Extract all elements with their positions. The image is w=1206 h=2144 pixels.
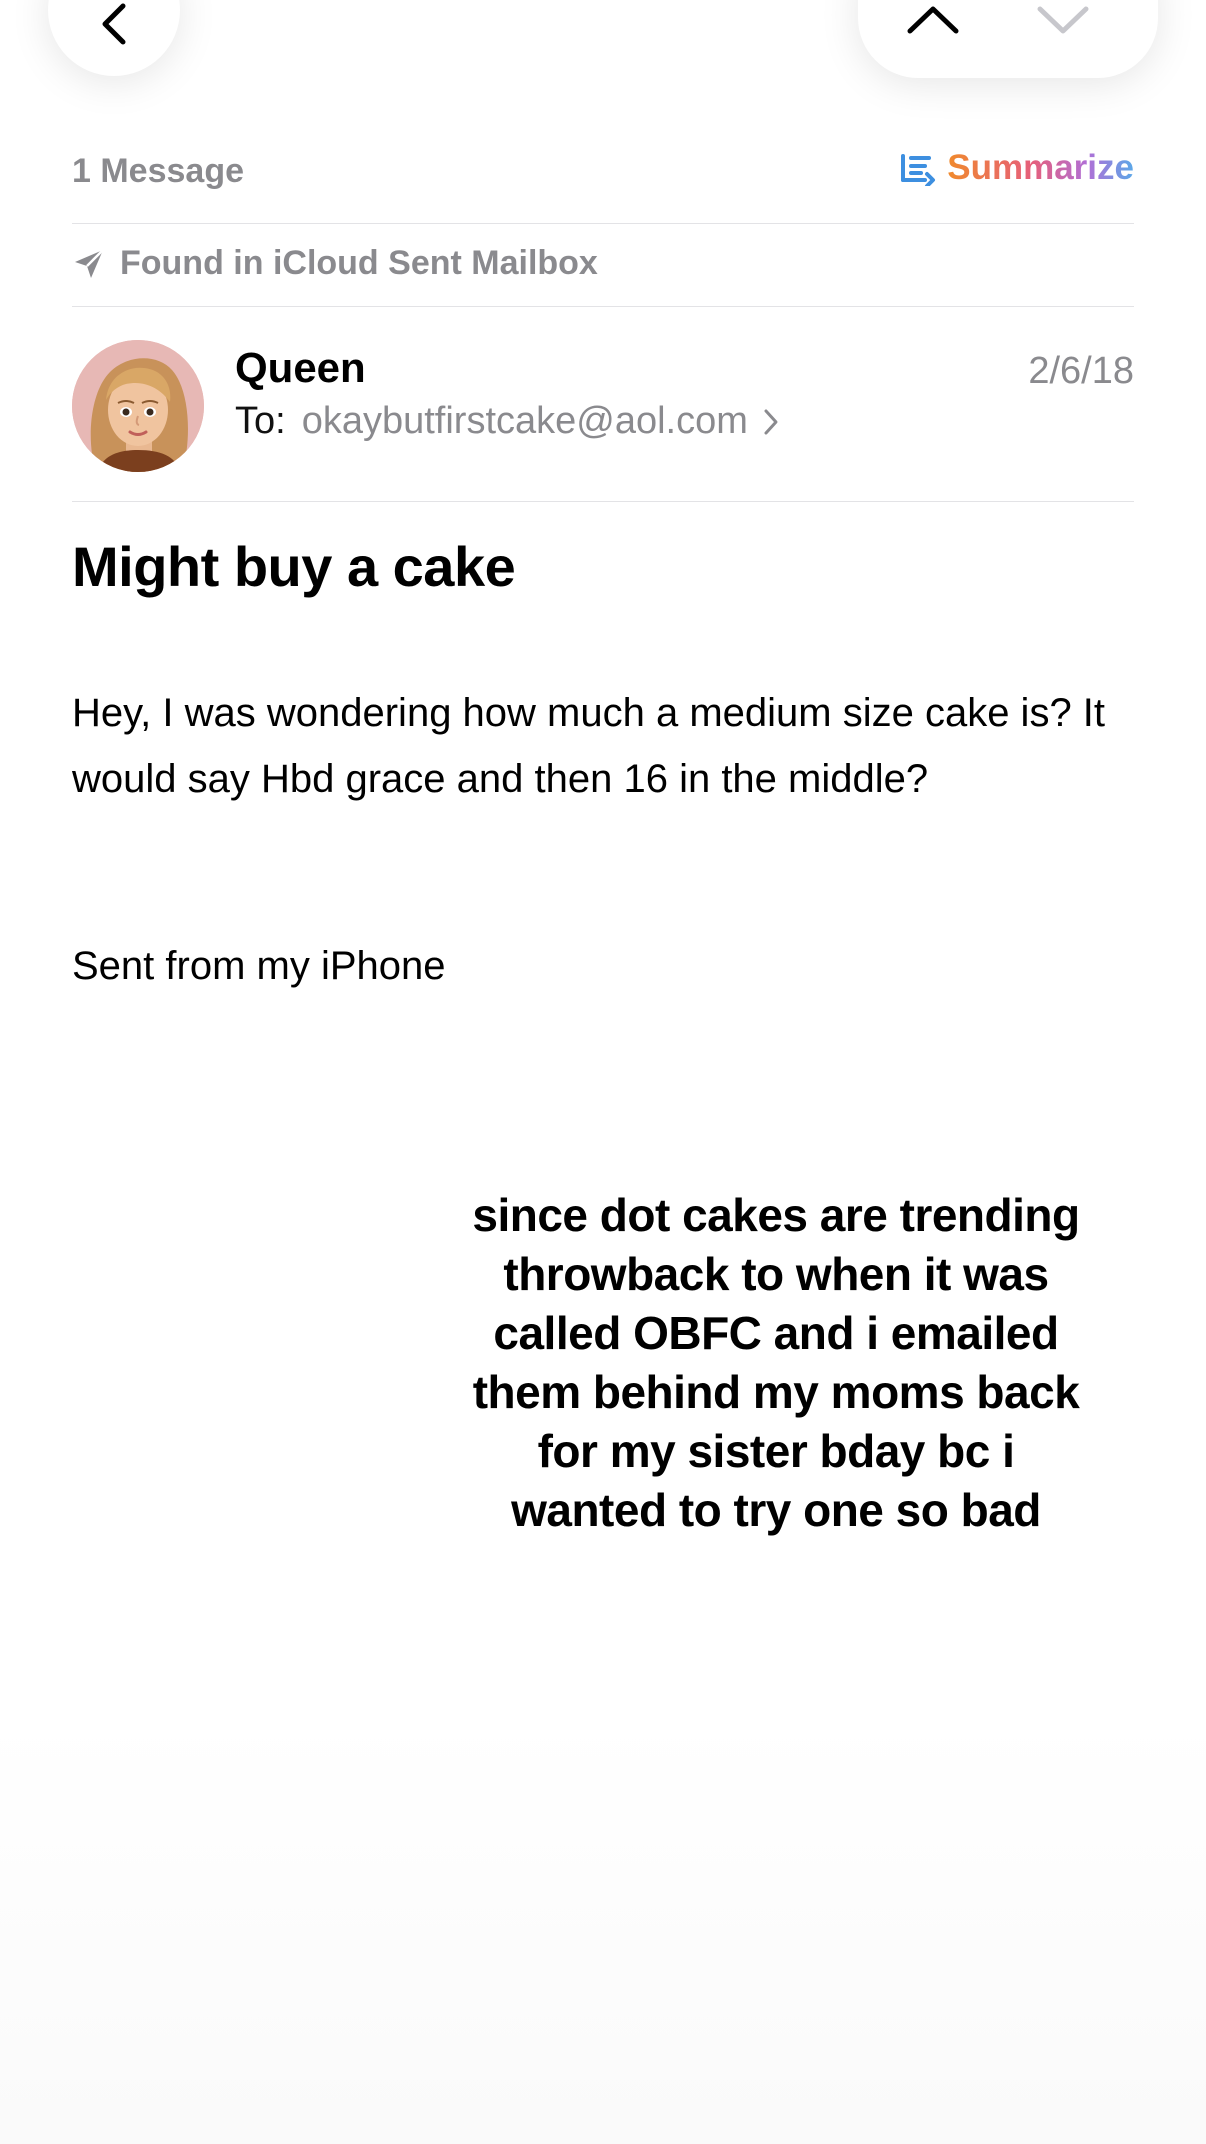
page-background [0,0,1206,2144]
chevron-left-icon [102,3,126,45]
previous-message-button[interactable] [898,0,968,40]
summarize-lines-icon [901,154,936,186]
mailbox-location: Found in iCloud Sent Mailbox [72,244,598,283]
sender-name[interactable]: Queen [235,344,366,392]
next-message-button[interactable] [1028,0,1098,40]
paper-plane-icon [75,248,104,278]
email-subject: Might buy a cake [72,535,516,598]
email-body: Hey, I was wondering how much a medium s… [72,691,1106,801]
divider [72,223,1134,224]
message-count: 1 Message [72,152,244,190]
chevron-right-icon [764,409,778,434]
to-label: To: [235,400,286,442]
overlay-caption: since dot cakes are trending throwback t… [472,1189,1080,1536]
divider [72,501,1134,502]
summarize-label: Summarize [947,148,1134,187]
recipient-address[interactable]: okaybutfirstcake@aol.com [302,400,748,443]
sent-date: 2/6/18 [1028,350,1134,392]
message-navigation [858,0,1158,78]
avatar[interactable] [72,340,204,472]
email-signature: Sent from my iPhone [72,944,446,988]
recipient-row[interactable]: To: okaybutfirstcake@aol.com [235,400,780,443]
chevron-down-icon [1037,6,1089,34]
memoji-avatar-icon [72,340,204,472]
divider [72,306,1134,307]
chevron-up-icon [907,6,959,34]
mailbox-location-text: Found in iCloud Sent Mailbox [120,244,598,282]
summarize-button[interactable]: Summarize [899,148,1134,188]
